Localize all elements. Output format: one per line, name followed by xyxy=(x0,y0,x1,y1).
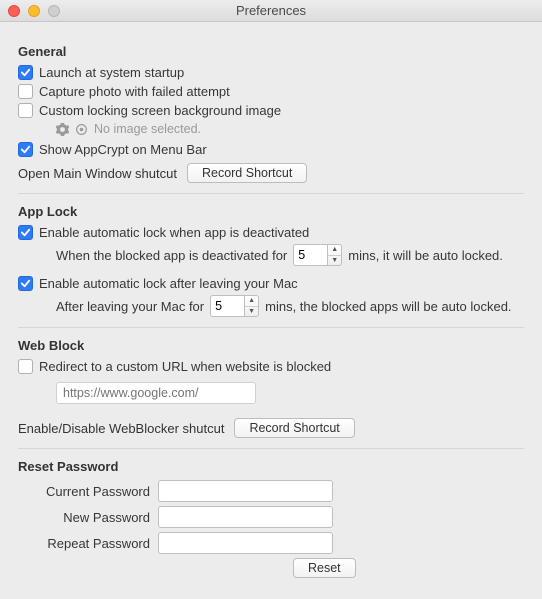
deactivated-minutes-input[interactable] xyxy=(293,244,327,266)
titlebar: Preferences xyxy=(0,0,542,22)
text: After leaving your Mac for xyxy=(56,299,204,314)
minimize-icon[interactable] xyxy=(28,5,40,17)
auto-lock-deactivated-checkbox[interactable]: Enable automatic lock when app is deacti… xyxy=(18,225,309,240)
window-controls xyxy=(8,5,60,17)
maximize-icon[interactable] xyxy=(48,5,60,17)
custom-bg-status: No image selected. xyxy=(56,122,524,136)
preferences-body: General Launch at system startup Capture… xyxy=(0,22,542,588)
leave-minutes-field[interactable]: ▲ ▼ xyxy=(210,295,259,317)
redirect-url-input[interactable] xyxy=(56,382,256,404)
checkbox-icon xyxy=(18,142,33,157)
leave-minutes-input[interactable] xyxy=(210,295,244,317)
repeat-password-label: Repeat Password xyxy=(18,536,158,551)
checkbox-icon xyxy=(18,225,33,240)
divider xyxy=(18,193,524,194)
stepper[interactable]: ▲ ▼ xyxy=(244,295,259,317)
new-password-input[interactable] xyxy=(158,506,333,528)
show-menubar-label: Show AppCrypt on Menu Bar xyxy=(39,142,207,157)
custom-bg-checkbox[interactable]: Custom locking screen background image xyxy=(18,103,281,118)
section-webblock-heading: Web Block xyxy=(18,338,524,353)
text: When the blocked app is deactivated for xyxy=(56,248,287,263)
repeat-password-input[interactable] xyxy=(158,532,333,554)
custom-bg-label: Custom locking screen background image xyxy=(39,103,281,118)
window-title: Preferences xyxy=(0,3,542,18)
text: mins, the blocked apps will be auto lock… xyxy=(265,299,511,314)
divider xyxy=(18,448,524,449)
open-main-shortcut-label: Open Main Window shutcut xyxy=(18,166,177,181)
current-password-label: Current Password xyxy=(18,484,158,499)
reset-button[interactable]: Reset xyxy=(293,558,356,578)
deactivated-minutes-field[interactable]: ▲ ▼ xyxy=(293,244,342,266)
text: mins, it will be auto locked. xyxy=(348,248,503,263)
record-shortcut-button[interactable]: Record Shortcut xyxy=(187,163,307,183)
section-general-heading: General xyxy=(18,44,524,59)
divider xyxy=(18,327,524,328)
checkbox-icon xyxy=(18,103,33,118)
checkbox-icon xyxy=(18,84,33,99)
capture-photo-checkbox[interactable]: Capture photo with failed attempt xyxy=(18,84,230,99)
stepper[interactable]: ▲ ▼ xyxy=(327,244,342,266)
auto-lock-leave-checkbox[interactable]: Enable automatic lock after leaving your… xyxy=(18,276,298,291)
checkbox-icon xyxy=(18,276,33,291)
webblocker-shortcut-label: Enable/Disable WebBlocker shutcut xyxy=(18,421,224,436)
redirect-url-checkbox[interactable]: Redirect to a custom URL when website is… xyxy=(18,359,331,374)
stepper-down-icon[interactable]: ▼ xyxy=(328,256,341,266)
redirect-url-label: Redirect to a custom URL when website is… xyxy=(39,359,331,374)
capture-photo-label: Capture photo with failed attempt xyxy=(39,84,230,99)
stepper-down-icon[interactable]: ▼ xyxy=(245,307,258,317)
section-applock-heading: App Lock xyxy=(18,204,524,219)
show-menubar-checkbox[interactable]: Show AppCrypt on Menu Bar xyxy=(18,142,207,157)
section-reset-heading: Reset Password xyxy=(18,459,524,474)
stepper-up-icon[interactable]: ▲ xyxy=(328,245,341,256)
close-icon[interactable] xyxy=(8,5,20,17)
target-icon[interactable] xyxy=(75,123,88,136)
stepper-up-icon[interactable]: ▲ xyxy=(245,296,258,307)
gear-icon[interactable] xyxy=(56,123,69,136)
current-password-input[interactable] xyxy=(158,480,333,502)
record-shortcut-button[interactable]: Record Shortcut xyxy=(234,418,354,438)
checkbox-icon xyxy=(18,359,33,374)
checkbox-icon xyxy=(18,65,33,80)
launch-at-startup-label: Launch at system startup xyxy=(39,65,184,80)
auto-lock-leave-label: Enable automatic lock after leaving your… xyxy=(39,276,298,291)
auto-lock-deactivated-label: Enable automatic lock when app is deacti… xyxy=(39,225,309,240)
no-image-text: No image selected. xyxy=(94,122,201,136)
launch-at-startup-checkbox[interactable]: Launch at system startup xyxy=(18,65,184,80)
auto-lock-leave-sentence: After leaving your Mac for ▲ ▼ mins, the… xyxy=(56,295,524,317)
auto-lock-deactivated-sentence: When the blocked app is deactivated for … xyxy=(56,244,524,266)
new-password-label: New Password xyxy=(18,510,158,525)
